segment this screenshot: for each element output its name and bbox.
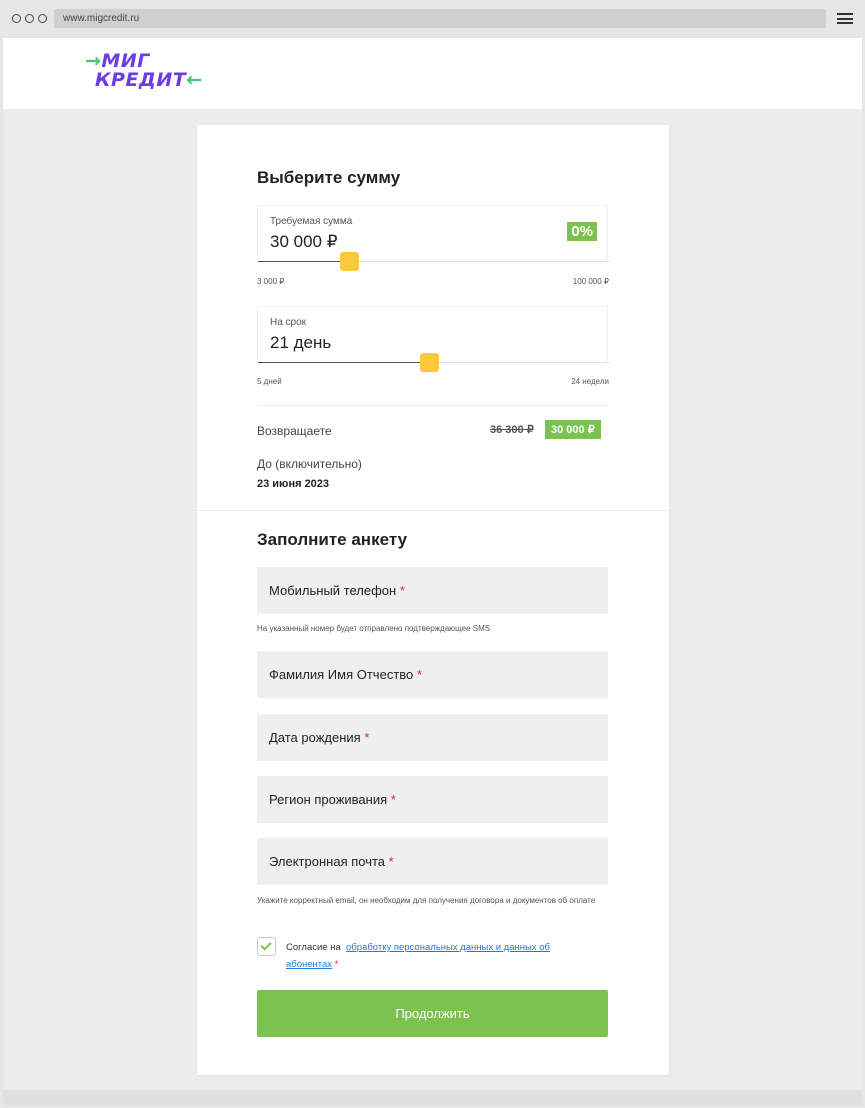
bottom-strip [3,1090,862,1105]
amount-label: Требуемая сумма [270,216,353,227]
amount-slider-handle[interactable] [339,252,359,271]
brand-logo[interactable]: →МИГ КРЕДИТ← [85,52,203,90]
required-mark: * [416,667,422,682]
return-new-price: 30 000 ₽ [545,420,601,439]
consent-checkbox[interactable] [257,937,276,956]
amount-section-title: Выберите сумму [257,168,401,187]
term-slider-fill [258,362,430,363]
address-bar[interactable]: www.migcredit.ru [54,9,826,28]
page: →МИГ КРЕДИТ← Выберите сумму Требуемая су… [3,38,862,1090]
amount-max: 100 000 ₽ [572,277,609,286]
required-mark: * [388,854,394,869]
email-field[interactable]: Электронная почта * [257,838,608,885]
divider [257,405,608,406]
consent-prefix: Согласие на [286,942,341,953]
site-header: →МИГ КРЕДИТ← [3,38,862,109]
full-name-field-label: Фамилия Имя Отчество [269,667,414,682]
term-slider-handle[interactable] [420,353,440,372]
window-controls [12,14,47,23]
window-dot-icon[interactable] [12,14,21,23]
region-field[interactable]: Регион проживания * [257,776,608,823]
window-dot-icon[interactable] [38,14,47,23]
phone-field[interactable]: Мобильный телефон * [257,567,608,614]
consent-text: Согласие на обработку персональных данны… [286,939,576,973]
amount-min: 3 000 ₽ [257,277,285,286]
term-max: 24 недели [571,377,609,386]
return-old-price: 36 300 ₽ [490,424,534,436]
window-dot-icon[interactable] [25,14,34,23]
term-slider[interactable]: На срок 21 день [257,306,609,372]
term-min: 5 дней [257,377,282,386]
birth-date-field-label: Дата рождения [269,730,361,745]
phone-field-label: Мобильный телефон [269,583,397,598]
section-divider [197,510,669,511]
amount-slider-fill [258,261,350,262]
check-icon [260,939,272,951]
hamburger-menu-icon[interactable] [837,13,853,24]
logo-line-2: КРЕДИТ [95,69,187,91]
continue-button[interactable]: Продолжить [257,990,608,1037]
required-mark: * [399,583,405,598]
phone-hint: На указанный номер будет отправлено подт… [257,624,491,633]
due-date: 23 июня 2023 [257,478,330,490]
logo-arrow-icon: ← [186,69,203,91]
rate-badge: 0% [567,222,597,241]
loan-card: Выберите сумму Требуемая сумма 30 000 ₽ … [197,125,669,1075]
amount-slider[interactable]: Требуемая сумма 30 000 ₽ 0% [257,205,609,271]
browser-chrome: www.migcredit.ru [0,0,865,38]
email-hint: Укажите корректный email, он необходим д… [257,896,596,905]
amount-value[interactable]: 30 000 ₽ [270,232,338,252]
required-mark: * [390,792,396,807]
form-title: Заполните анкету [257,530,408,549]
email-field-label: Электронная почта [269,854,386,869]
term-value[interactable]: 21 день [270,333,331,353]
due-label: До (включительно) [257,457,362,471]
return-label: Возвращаете [257,424,332,438]
birth-date-field[interactable]: Дата рождения * [257,714,608,761]
full-name-field[interactable]: Фамилия Имя Отчество * [257,651,608,698]
term-label: На срок [270,317,307,328]
required-mark: * [364,730,370,745]
region-field-label: Регион проживания [269,792,388,807]
required-mark: * [334,959,339,970]
